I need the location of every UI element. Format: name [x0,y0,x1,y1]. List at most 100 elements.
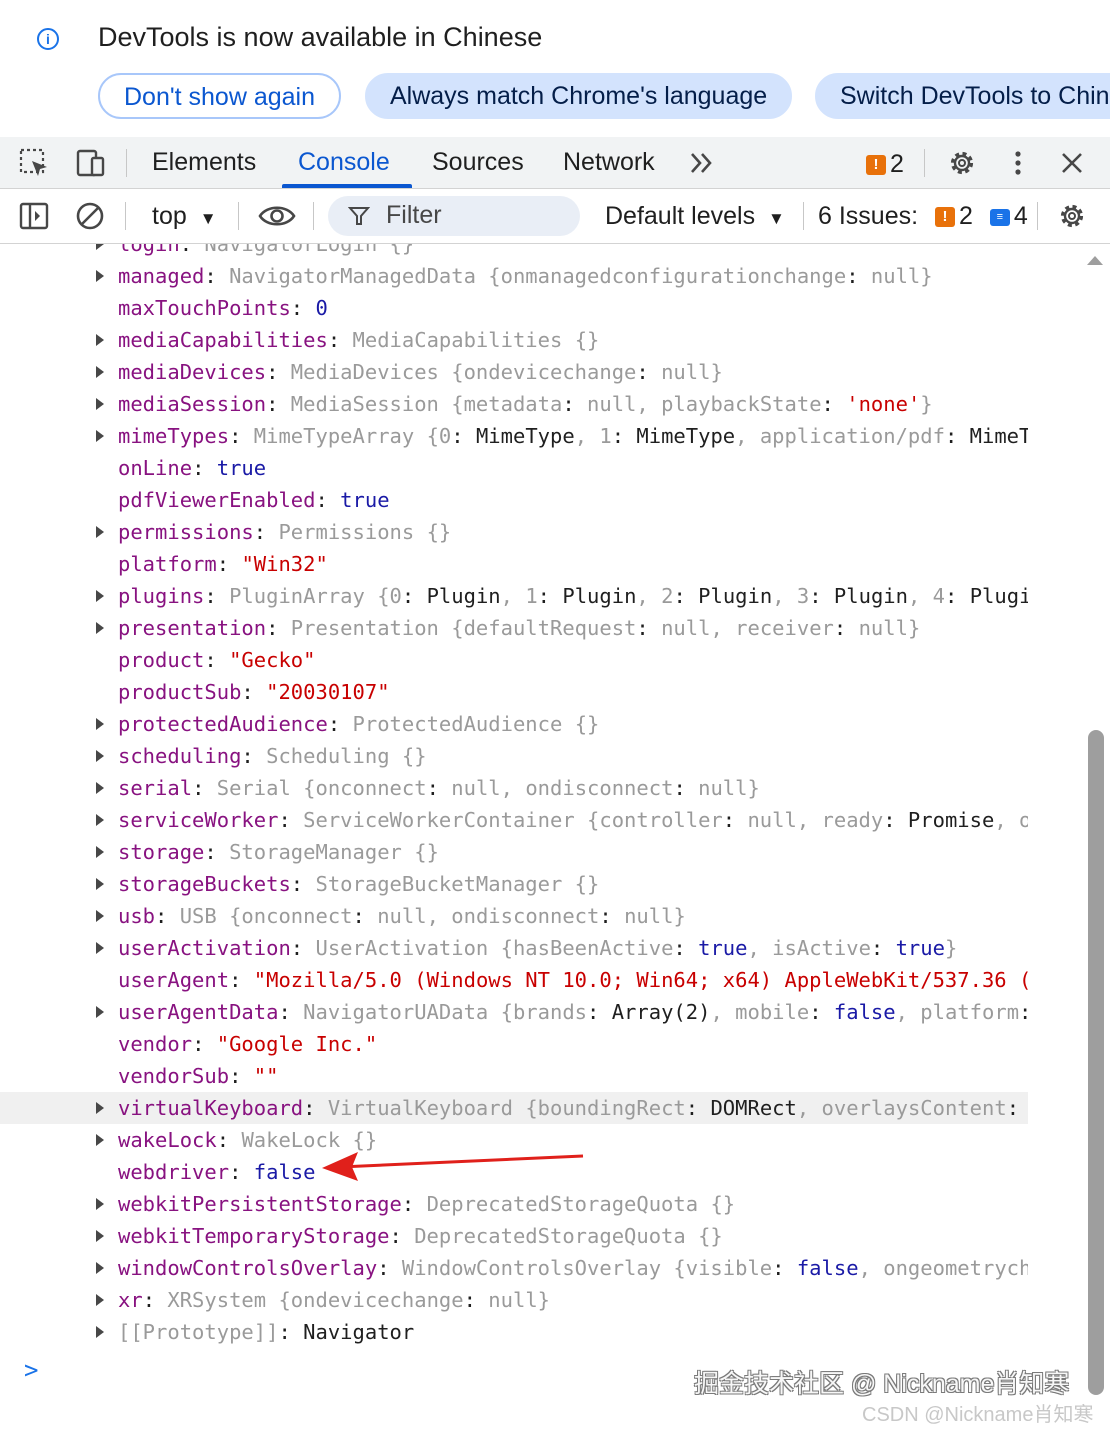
property-text: scheduling: Scheduling {} [118,740,427,772]
issues-counter[interactable]: 6 Issues: ! 2 ≡ 4 [818,202,1028,231]
console-property-row[interactable]: windowControlsOverlay: WindowControlsOve… [0,1252,1028,1284]
token: : MimeType [611,424,736,448]
token: , 1 [574,424,612,448]
console-property-row[interactable]: presentation: Presentation {defaultReque… [0,612,1028,644]
console-property-row[interactable]: userAgentData: NavigatorUAData {brands: … [0,996,1028,1028]
property-text: onLine: true [118,452,266,484]
console-property-row[interactable]: plugins: PluginArray {0: Plugin, 1: Plug… [0,580,1028,612]
console-settings-gear-icon[interactable] [1055,199,1089,233]
expand-triangle-icon[interactable] [96,1006,104,1018]
expand-triangle-icon[interactable] [96,1326,104,1338]
console-property-row[interactable]: mediaDevices: MediaDevices {ondevicechan… [0,356,1028,388]
console-property-row[interactable]: vendorSub: "" [0,1060,1028,1092]
switch-devtools-language-button[interactable]: Switch DevTools to Chin [815,73,1110,119]
console-property-row[interactable]: productSub: "20030107" [0,676,1028,708]
console-property-row[interactable]: product: "Gecko" [0,644,1028,676]
expand-triangle-icon[interactable] [96,334,104,346]
console-property-row[interactable]: permissions: Permissions {} [0,516,1028,548]
console-property-row[interactable]: mediaCapabilities: MediaCapabilities {} [0,324,1028,356]
expand-triangle-icon[interactable] [96,910,104,922]
property-text: mediaDevices: MediaDevices {ondevicechan… [118,356,723,388]
console-property-row[interactable]: protectedAudience: ProtectedAudience {} [0,708,1028,740]
console-property-row[interactable]: webkitPersistentStorage: DeprecatedStora… [0,1188,1028,1220]
console-property-row[interactable]: webkitTemporaryStorage: DeprecatedStorag… [0,1220,1028,1252]
console-property-row[interactable]: managed: NavigatorManagedData {onmanaged… [0,260,1028,292]
expand-triangle-icon[interactable] [96,1102,104,1114]
console-property-row[interactable]: mimeTypes: MimeTypeArray {0: MimeType, 1… [0,420,1028,452]
error-counter[interactable]: ! 2 [866,150,904,179]
console-prompt[interactable]: > [24,1356,38,1384]
expand-triangle-icon[interactable] [96,430,104,442]
clear-console-icon[interactable] [73,199,107,233]
token: Scheduling [266,744,390,768]
console-property-row[interactable]: scheduling: Scheduling {} [0,740,1028,772]
expand-triangle-icon[interactable] [96,750,104,762]
expand-triangle-icon[interactable] [96,718,104,730]
tab-sources[interactable]: Sources [432,148,524,177]
expand-triangle-icon[interactable] [96,878,104,890]
console-property-row[interactable]: storage: StorageManager {} [0,836,1028,868]
console-property-row[interactable]: virtualKeyboard: VirtualKeyboard {boundi… [0,1092,1028,1124]
token: 0 [315,296,328,320]
device-toolbar-icon[interactable] [74,146,108,180]
expand-triangle-icon[interactable] [96,1294,104,1306]
console-property-row[interactable]: maxTouchPoints: 0 [0,292,1028,324]
expand-triangle-icon[interactable] [96,398,104,410]
console-property-row[interactable]: platform: "Win32" [0,548,1028,580]
close-devtools-icon[interactable] [1055,146,1089,180]
property-text: pdfViewerEnabled: true [118,484,390,516]
token: MediaSession [290,392,439,416]
tab-network[interactable]: Network [563,148,655,177]
console-property-row[interactable]: login: NavigatorLogin {} [0,244,1028,260]
token: : Plugin [945,584,1028,608]
scroll-up-arrow-icon[interactable] [1087,256,1103,265]
tab-console[interactable]: Console [298,148,390,177]
always-match-language-button[interactable]: Always match Chrome's language [365,73,793,119]
console-property-row[interactable]: [[Prototype]]: Navigator [0,1316,1028,1348]
expand-triangle-icon[interactable] [96,1198,104,1210]
red-arrow-annotation [322,1152,584,1181]
expand-triangle-icon[interactable] [96,244,104,250]
console-property-row[interactable]: userActivation: UserActivation {hasBeenA… [0,932,1028,964]
expand-triangle-icon[interactable] [96,622,104,634]
more-options-kebab-icon[interactable] [1001,146,1035,180]
expand-triangle-icon[interactable] [96,1230,104,1242]
property-text: storage: StorageManager {} [118,836,439,868]
token: {} [389,244,415,256]
more-tabs-chevron-icon[interactable] [686,146,720,180]
expand-triangle-icon[interactable] [96,1262,104,1274]
tab-elements[interactable]: Elements [152,148,256,177]
property-text: presentation: Presentation {defaultReque… [118,612,920,644]
expand-triangle-icon[interactable] [96,366,104,378]
expand-triangle-icon[interactable] [96,590,104,602]
console-property-row[interactable]: mediaSession: MediaSession {metadata: nu… [0,388,1028,420]
expand-triangle-icon[interactable] [96,814,104,826]
filter-input[interactable]: Filter [328,196,580,236]
console-property-row[interactable]: onLine: true [0,452,1028,484]
console-property-row[interactable]: vendor: "Google Inc." [0,1028,1028,1060]
expand-triangle-icon[interactable] [96,782,104,794]
console-property-row[interactable]: serviceWorker: ServiceWorkerContainer {c… [0,804,1028,836]
token: protectedAudience [118,712,328,736]
live-expression-eye-icon[interactable] [258,199,296,233]
console-property-row[interactable]: storageBuckets: StorageBucketManager {} [0,868,1028,900]
console-property-row[interactable]: xr: XRSystem {ondevicechange: null} [0,1284,1028,1316]
expand-triangle-icon[interactable] [96,942,104,954]
console-property-row[interactable]: pdfViewerEnabled: true [0,484,1028,516]
scrollbar-thumb[interactable] [1088,730,1104,1395]
token: : [266,616,291,640]
expand-triangle-icon[interactable] [96,1134,104,1146]
sidebar-toggle-icon[interactable] [17,199,51,233]
console-property-row[interactable]: serial: Serial {onconnect: null, ondisco… [0,772,1028,804]
console-property-row[interactable]: usb: USB {onconnect: null, ondisconnect:… [0,900,1028,932]
dont-show-again-button[interactable]: Don't show again [98,73,342,119]
expand-triangle-icon[interactable] [96,846,104,858]
context-selector[interactable]: top ▼ [152,202,217,231]
inspect-element-icon[interactable] [17,146,51,180]
token: StorageManager [229,840,402,864]
expand-triangle-icon[interactable] [96,526,104,538]
expand-triangle-icon[interactable] [96,270,104,282]
console-property-row[interactable]: userAgent: "Mozilla/5.0 (Windows NT 10.0… [0,964,1028,996]
log-levels-dropdown[interactable]: Default levels ▼ [605,202,785,231]
settings-gear-icon[interactable] [945,146,979,180]
